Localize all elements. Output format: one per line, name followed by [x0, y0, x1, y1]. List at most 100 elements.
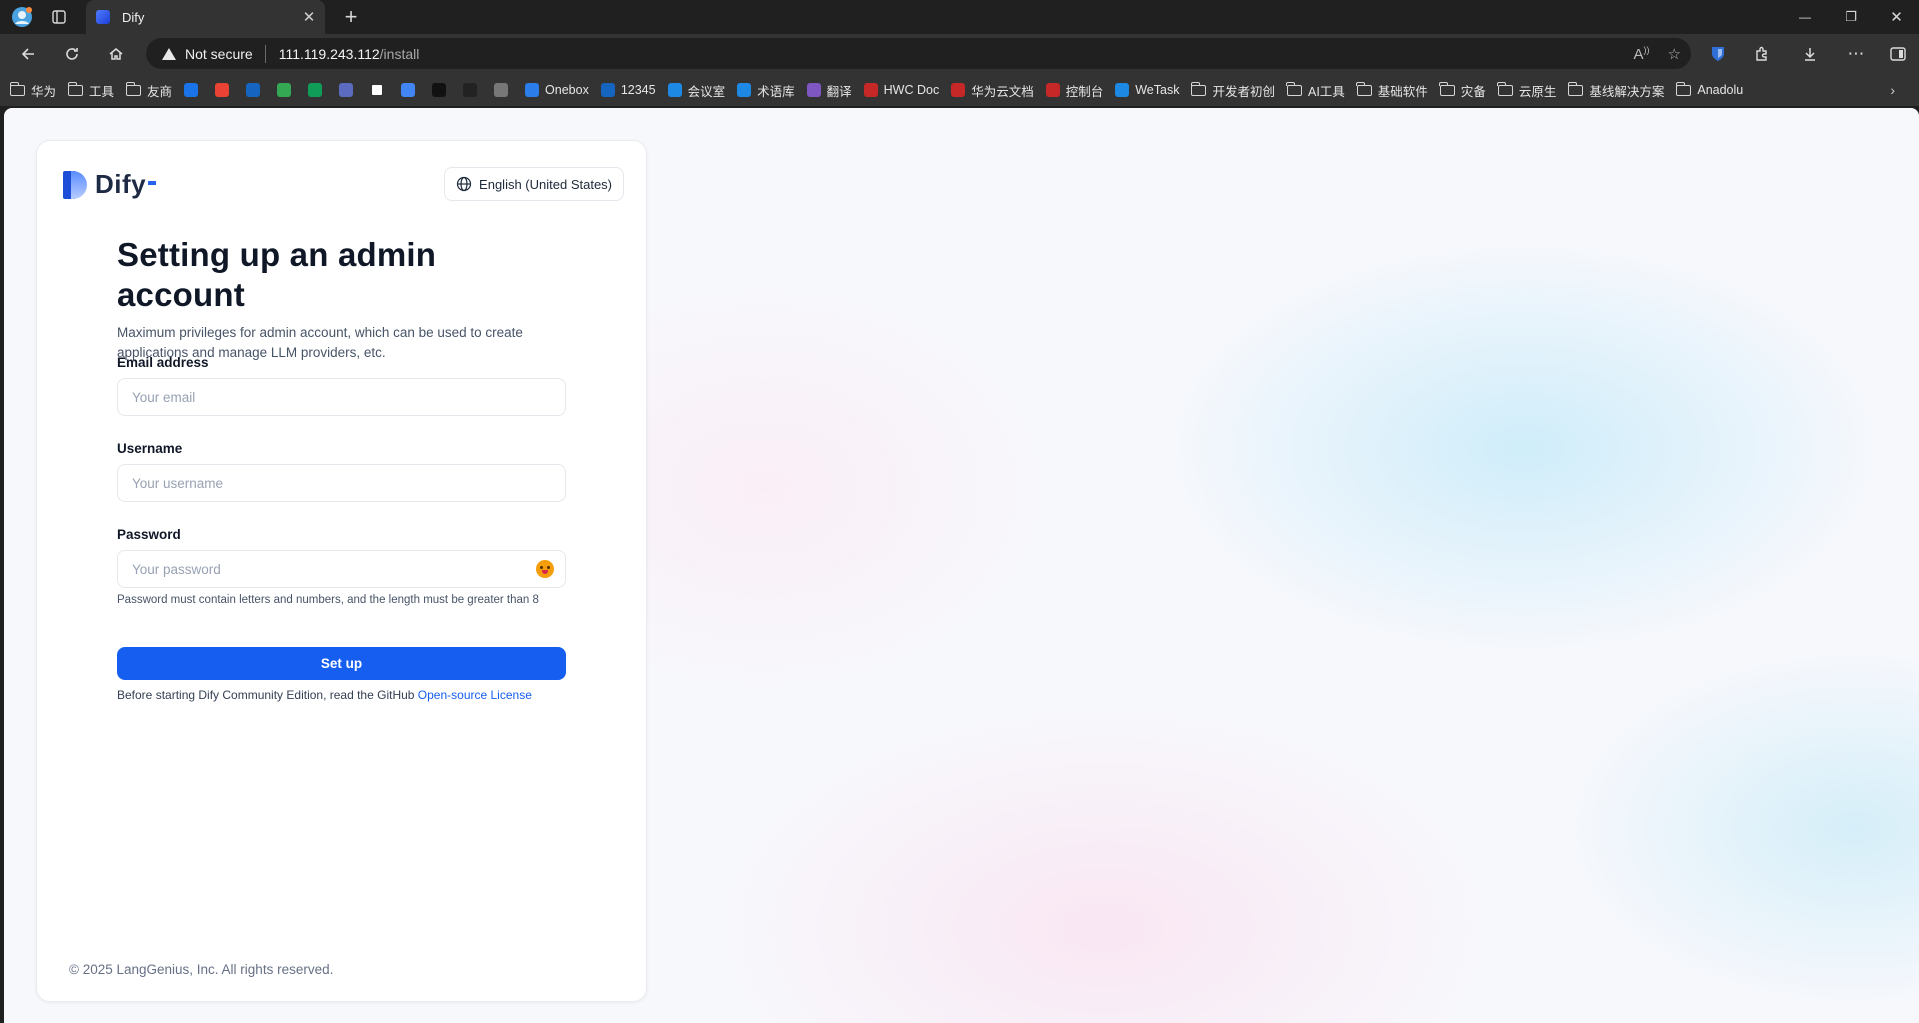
setup-button[interactable]: Set up	[117, 647, 566, 680]
site-favicon-icon	[600, 83, 615, 97]
bookmark-item[interactable]: WeTask	[1115, 83, 1179, 97]
bookmark-label: 基础软件	[1377, 84, 1428, 99]
bookmark-label: 云原生	[1518, 84, 1557, 99]
site-favicon-icon	[184, 83, 199, 97]
bookmark-item[interactable]	[215, 83, 235, 97]
username-input[interactable]	[117, 464, 566, 502]
browser-titlebar: Dify ✕ + — ❐ ✕	[0, 0, 1919, 34]
site-favicon-icon	[806, 83, 821, 97]
folder-icon	[1286, 81, 1302, 96]
tab-close-icon[interactable]: ✕	[299, 8, 319, 26]
new-tab-button[interactable]: +	[338, 4, 364, 30]
window-minimize-button[interactable]: —	[1782, 0, 1828, 34]
bookmark-item[interactable]: 基础软件	[1356, 81, 1428, 100]
favorite-star-icon[interactable]: ☆	[1668, 45, 1681, 63]
downloads-icon[interactable]	[1796, 40, 1824, 68]
profile-avatar-icon[interactable]	[8, 0, 36, 34]
bookmark-item[interactable]: 术语库	[737, 81, 795, 100]
bookmark-item[interactable]	[339, 83, 359, 97]
page-title: Setting up an admin account	[117, 236, 437, 313]
window-restore-button[interactable]: ❐	[1828, 0, 1874, 34]
show-password-icon[interactable]	[536, 560, 554, 578]
bookmark-item[interactable]: 翻译	[806, 81, 852, 100]
bookmark-item[interactable]: 开发者初创	[1190, 81, 1275, 100]
license-link[interactable]: Open-source License	[418, 688, 532, 702]
bitwarden-extension-icon[interactable]	[1704, 40, 1732, 68]
site-favicon-icon	[463, 83, 478, 97]
bookmark-item[interactable]: 12345	[600, 83, 656, 97]
dify-logo-mark-icon	[63, 170, 87, 199]
bookmark-label: 华为	[31, 84, 57, 99]
address-bar[interactable]: Not secure 111.119.243.112/install A)) ☆	[146, 38, 1691, 69]
bookmark-label: 12345	[620, 83, 656, 97]
home-icon[interactable]	[102, 40, 130, 68]
site-favicon-icon	[1045, 83, 1060, 97]
tab-actions-icon[interactable]	[48, 0, 70, 34]
bookmark-item[interactable]: Onebox	[525, 83, 589, 97]
url-host[interactable]: 111.119.243.112	[279, 46, 380, 62]
email-label: Email address	[117, 355, 209, 370]
back-icon[interactable]	[14, 40, 42, 68]
bookmark-item[interactable]: 会议室	[667, 81, 725, 100]
password-input[interactable]	[117, 550, 566, 588]
bookmark-item[interactable]	[494, 83, 514, 97]
extensions-icon[interactable]	[1748, 40, 1776, 68]
url-path[interactable]: /install	[380, 46, 420, 62]
bookmark-label: 术语库	[757, 84, 795, 99]
bookmarks-overflow-chevron-icon[interactable]: ›	[1890, 82, 1895, 98]
site-favicon-icon	[339, 83, 354, 97]
bookmark-item[interactable]: AI工具	[1286, 81, 1345, 100]
folder-icon	[1675, 81, 1692, 96]
sidebar-toggle-icon[interactable]	[1884, 40, 1912, 68]
site-favicon-icon	[737, 83, 752, 97]
setup-form: Setting up an admin account Maximum priv…	[117, 235, 567, 702]
bookmark-item[interactable]	[184, 83, 204, 97]
more-menu-icon[interactable]: ⋯	[1842, 40, 1870, 68]
bookmark-item[interactable]: 华为云文档	[951, 81, 1034, 100]
email-group: Email address	[117, 355, 566, 416]
language-selector[interactable]: English (United States)	[444, 167, 624, 201]
logo-underscore	[148, 180, 157, 185]
language-label: English (United States)	[479, 176, 612, 192]
email-input[interactable]	[117, 378, 566, 416]
site-favicon-icon	[494, 83, 509, 97]
bookmark-item[interactable]	[308, 83, 328, 97]
bookmark-item[interactable]	[401, 83, 421, 97]
bookmark-item[interactable]: HWC Doc	[863, 83, 939, 97]
bookmark-item[interactable]	[432, 83, 452, 97]
site-favicon-icon	[308, 83, 323, 97]
bookmark-item[interactable]: Anadolu	[1675, 81, 1743, 97]
bookmark-item[interactable]: 云原生	[1497, 81, 1557, 100]
page-viewport: Dify English (United States) Setting up …	[4, 108, 1919, 1023]
bookmark-item[interactable]: 华为	[9, 81, 57, 100]
bookmark-label: 工具	[89, 84, 115, 99]
bookmark-item[interactable]	[463, 83, 483, 97]
bookmark-item[interactable]: 基线解决方案	[1567, 81, 1664, 100]
site-favicon-icon	[863, 83, 878, 97]
bookmark-item[interactable]	[277, 83, 297, 97]
folder-icon	[9, 81, 25, 96]
site-favicon-icon	[667, 83, 682, 97]
window-close-button[interactable]: ✕	[1874, 0, 1919, 34]
bookmark-item[interactable]: 友商	[125, 81, 172, 100]
password-group: Password Password must contain letters a…	[117, 527, 566, 606]
warning-icon[interactable]	[162, 47, 176, 60]
dify-favicon-icon	[96, 10, 110, 24]
site-favicon-icon	[277, 83, 292, 97]
security-label[interactable]: Not secure	[185, 46, 253, 62]
bookmark-item[interactable]	[246, 83, 266, 97]
bookmark-item[interactable]: 工具	[67, 81, 115, 100]
folder-icon	[1567, 81, 1584, 96]
bookmark-item[interactable]: 灾备	[1439, 81, 1486, 100]
read-aloud-icon[interactable]: A))	[1634, 45, 1650, 63]
license-notice: Before starting Dify Community Edition, …	[117, 688, 532, 702]
password-label: Password	[117, 527, 181, 542]
site-favicon-icon	[246, 83, 261, 97]
site-favicon-icon	[370, 83, 385, 97]
refresh-icon[interactable]	[58, 40, 86, 68]
tab-dify[interactable]: Dify ✕	[86, 0, 325, 34]
browser-toolbar: Not secure 111.119.243.112/install A)) ☆…	[0, 34, 1919, 74]
site-favicon-icon	[401, 83, 416, 97]
bookmark-item[interactable]	[370, 83, 390, 97]
bookmark-item[interactable]: 控制台	[1045, 81, 1103, 100]
